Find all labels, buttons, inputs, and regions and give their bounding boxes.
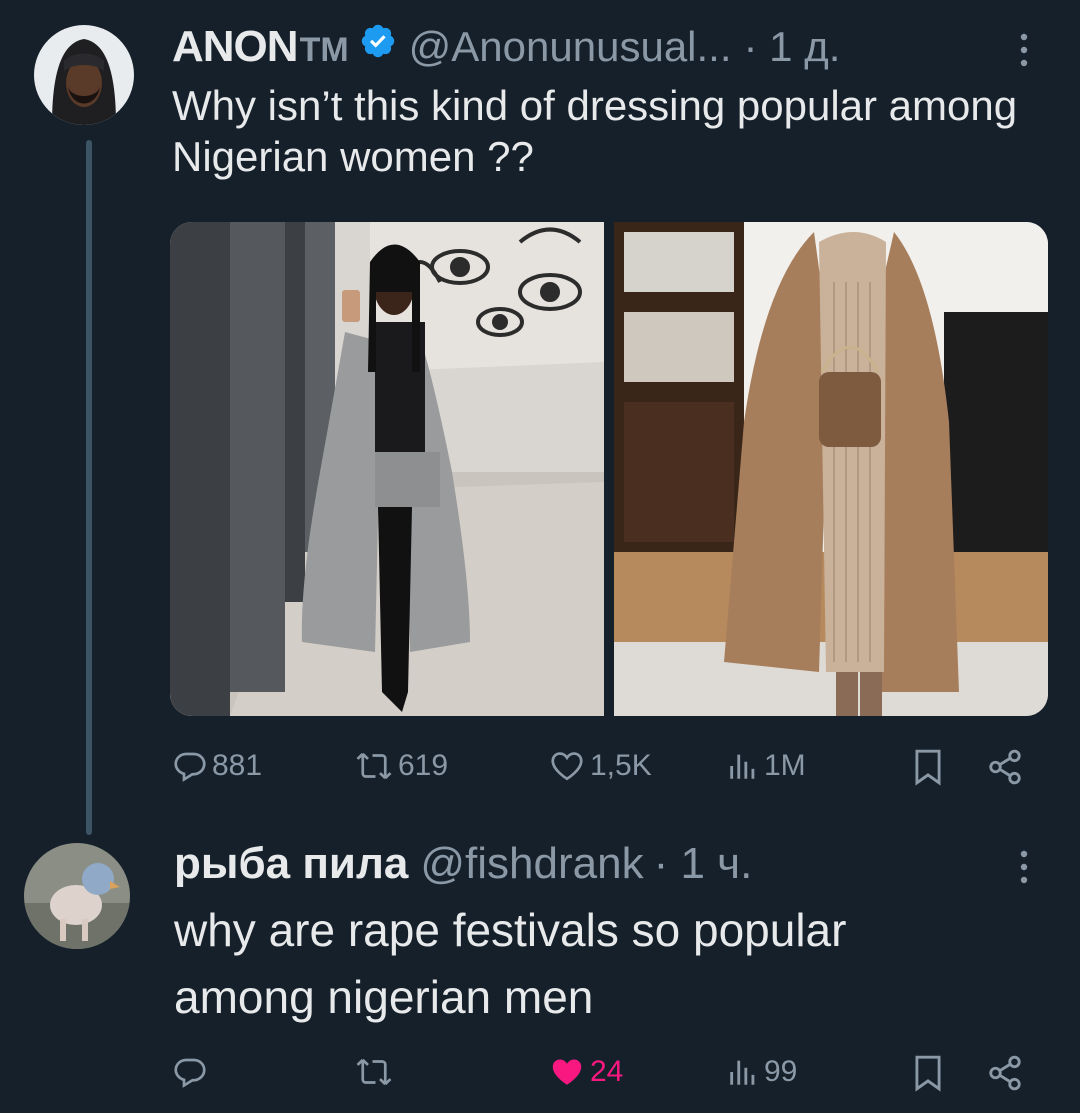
reply-post: рыба пила @fishdrank · 1 ч. why are rape… — [0, 835, 1080, 1113]
media-photo-2[interactable] — [614, 222, 1048, 716]
repost-button[interactable]: 619 — [354, 748, 448, 784]
post-more-options-icon[interactable] — [1012, 30, 1036, 75]
like-button[interactable]: 1,5K — [548, 748, 652, 784]
author-name-suffix: TM — [299, 31, 349, 69]
reply-share-button[interactable] — [986, 1054, 1024, 1092]
reply-view-count: 99 — [764, 1055, 798, 1088]
like-count: 1,5K — [590, 749, 652, 782]
thread-connector-line — [86, 140, 92, 835]
reply-timestamp[interactable]: · 1 ч. — [654, 839, 753, 889]
reply-bookmark-button[interactable] — [912, 1054, 944, 1092]
reply-reply-button[interactable] — [172, 1054, 212, 1090]
heart-filled-icon — [552, 1059, 582, 1085]
views-button[interactable]: 1M — [726, 748, 806, 784]
repost-icon — [356, 752, 392, 780]
views-icon — [730, 1060, 755, 1085]
reply-action-bar: 24 99 — [170, 1048, 1030, 1098]
author-handle[interactable]: @Anonunusual... — [409, 23, 732, 71]
reply-button[interactable]: 881 — [172, 748, 262, 784]
author-avatar[interactable] — [34, 25, 134, 125]
reply-count: 881 — [212, 749, 263, 782]
repost-icon — [356, 1058, 392, 1086]
reply-author-handle[interactable]: @fishdrank — [420, 839, 643, 889]
post-action-bar: 881 619 1,5K 1M — [170, 742, 1030, 792]
share-button[interactable] — [986, 748, 1024, 786]
original-post: ANON TM @Anonunusual... · 1 д. Why isn’t… — [0, 0, 1080, 835]
reply-views-button[interactable]: 99 — [726, 1054, 797, 1090]
reply-like-count: 24 — [590, 1055, 624, 1088]
reply-author-display-name[interactable]: рыба пила — [174, 839, 408, 889]
repost-count: 619 — [398, 749, 449, 782]
bookmark-icon — [915, 749, 941, 786]
views-icon — [730, 754, 755, 779]
reply-text: why are rape festivals so popular among … — [174, 904, 847, 1023]
post-header: ANON TM @Anonunusual... · 1 д. — [172, 21, 841, 72]
post-media-grid — [170, 222, 1048, 716]
reply-icon — [174, 1058, 206, 1088]
heart-icon — [551, 752, 583, 781]
reply-more-options-icon[interactable] — [1012, 847, 1036, 892]
author-display-name[interactable]: ANON — [172, 22, 299, 72]
post-text: Why isn’t this kind of dressing popular … — [172, 82, 1018, 181]
reply-header: рыба пила @fishdrank · 1 ч. — [174, 839, 752, 889]
verified-badge-icon[interactable] — [359, 21, 397, 71]
share-icon — [989, 749, 1021, 785]
post-timestamp[interactable]: · 1 д. — [744, 23, 841, 71]
bookmark-button[interactable] — [912, 748, 944, 786]
reply-author-avatar[interactable] — [24, 843, 130, 949]
share-icon — [989, 1055, 1021, 1091]
reply-repost-button[interactable] — [354, 1054, 398, 1090]
reply-icon — [174, 752, 206, 782]
reply-like-button[interactable]: 24 — [548, 1054, 623, 1090]
view-count: 1M — [764, 749, 806, 782]
media-photo-1[interactable] — [170, 222, 604, 716]
bookmark-icon — [915, 1055, 941, 1092]
